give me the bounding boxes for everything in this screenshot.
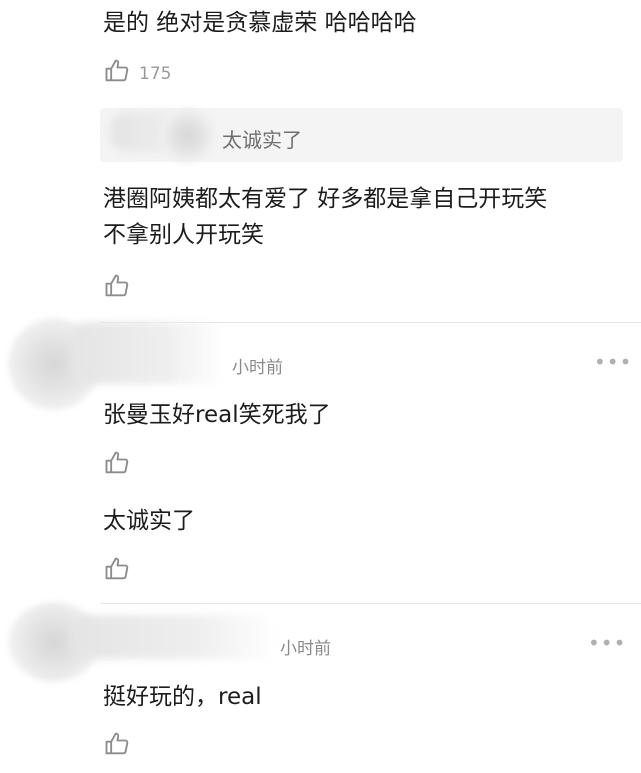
comment-text: 是的 绝对是贪慕虚荣 哈哈哈哈 xyxy=(103,10,417,36)
like-button[interactable] xyxy=(103,555,131,588)
like-button[interactable]: 175 xyxy=(103,57,171,90)
like-count: 175 xyxy=(139,63,172,84)
reply-text-line1: 港圈阿姨都太有爱了 好多都是拿自己开玩笑 xyxy=(103,186,548,212)
like-button[interactable] xyxy=(103,272,131,305)
redacted-username xyxy=(70,322,225,384)
divider xyxy=(100,603,641,604)
more-icon[interactable]: ••• xyxy=(594,350,632,374)
redacted-username xyxy=(70,615,278,659)
comment-text: 张曼玉好real笑死我了 xyxy=(103,402,331,428)
more-icon[interactable]: ••• xyxy=(588,631,626,655)
comment-text: 挺好玩的，real xyxy=(103,684,262,710)
like-button[interactable] xyxy=(103,449,131,482)
thumbs-up-icon xyxy=(103,272,131,305)
reply-text-line2: 不拿别人开玩笑 xyxy=(103,222,264,248)
quoted-text: 太诚实了 xyxy=(222,128,302,152)
thumbs-up-icon xyxy=(103,449,131,482)
thumbs-up-icon xyxy=(103,555,131,588)
thumbs-up-icon xyxy=(103,730,131,763)
timestamp: 小时前 xyxy=(280,639,331,659)
redacted-avatar xyxy=(160,108,215,163)
thumbs-up-icon xyxy=(103,57,131,90)
timestamp: 小时前 xyxy=(232,358,283,378)
like-button[interactable] xyxy=(103,730,131,763)
reply-text: 太诚实了 xyxy=(103,508,195,534)
